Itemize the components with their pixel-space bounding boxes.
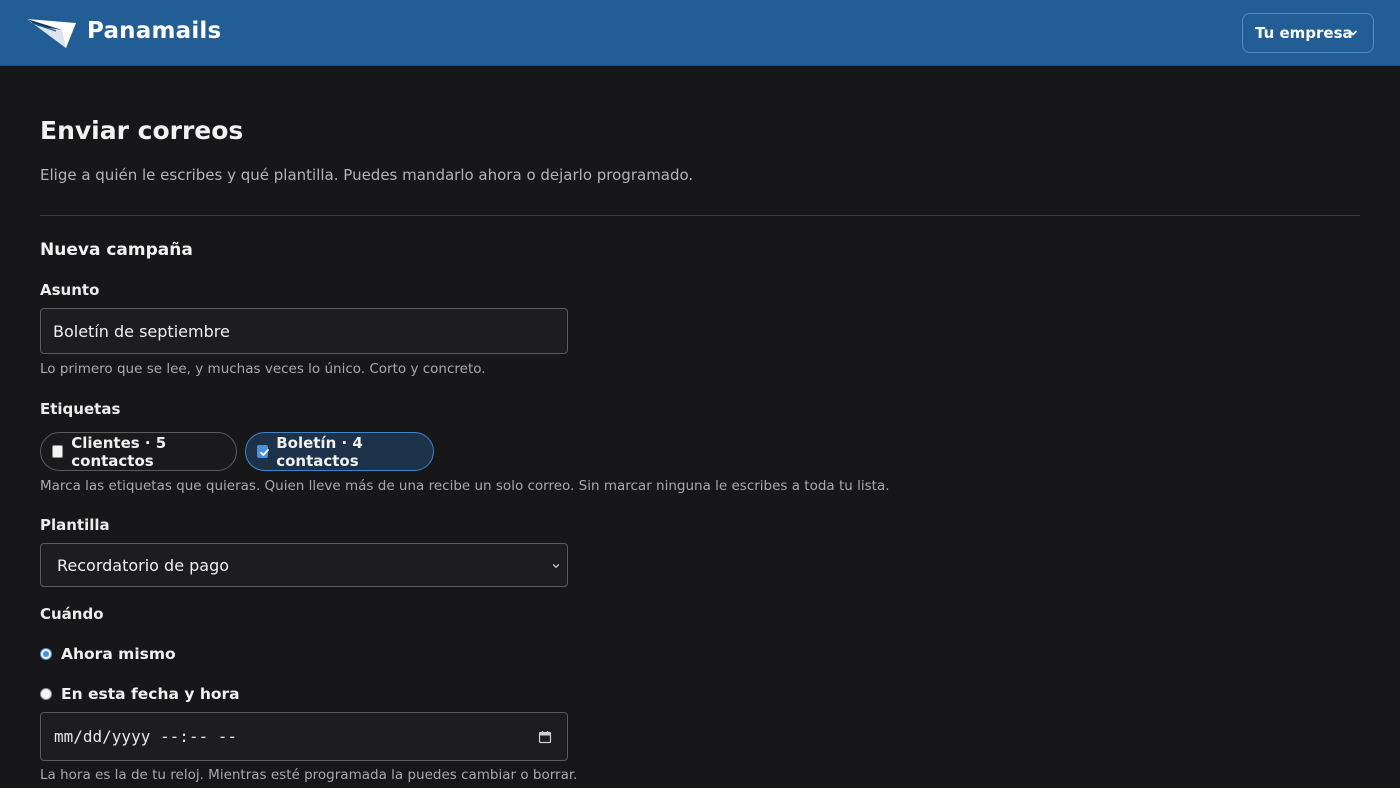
tags-label: Etiquetas bbox=[40, 400, 121, 418]
tags-help: Marca las etiquetas que quieras. Quien l… bbox=[40, 478, 890, 494]
checkmark-icon bbox=[260, 449, 269, 456]
datetime-input[interactable]: mm/dd/yyyy --:-- -- bbox=[40, 712, 568, 761]
section-divider bbox=[40, 215, 1360, 216]
schedule-label: Cuándo bbox=[40, 605, 104, 623]
subject-label: Asunto bbox=[40, 281, 100, 299]
subject-help: Lo primero que se lee, y muchas veces lo… bbox=[40, 361, 486, 377]
calendar-icon[interactable] bbox=[538, 730, 552, 744]
brand-name: Panamails bbox=[87, 18, 222, 44]
company-menu-button[interactable]: Tu empresa bbox=[1242, 13, 1374, 53]
chevron-down-icon bbox=[552, 564, 560, 568]
schedule-help: La hora es la de tu reloj. Mientras esté… bbox=[40, 767, 578, 783]
datetime-placeholder: mm/dd/yyyy --:-- -- bbox=[54, 727, 238, 746]
tag-chip-clientes[interactable]: Clientes · 5 contactos bbox=[40, 432, 237, 471]
paper-plane-logo-icon bbox=[27, 19, 76, 48]
radio-now[interactable] bbox=[40, 648, 52, 660]
subject-input[interactable] bbox=[40, 308, 568, 354]
radio-datetime[interactable] bbox=[40, 688, 52, 700]
tag-chip-boletin[interactable]: Boletín · 4 contactos bbox=[245, 432, 434, 471]
page-subtitle: Elige a quién le escribes y qué plantill… bbox=[40, 166, 694, 184]
schedule-option-now[interactable]: Ahora mismo bbox=[40, 644, 176, 664]
company-menu-label: Tu empresa bbox=[1255, 24, 1353, 42]
tag-checkbox-clientes[interactable] bbox=[52, 445, 64, 458]
schedule-option-datetime[interactable]: En esta fecha y hora bbox=[40, 684, 240, 704]
section-title: Nueva campaña bbox=[40, 240, 193, 260]
template-label: Plantilla bbox=[40, 516, 110, 534]
template-select[interactable]: Recordatorio de pago bbox=[40, 543, 568, 587]
radio-datetime-label: En esta fecha y hora bbox=[61, 685, 240, 703]
chevron-down-icon bbox=[1349, 30, 1357, 36]
page-title: Enviar correos bbox=[40, 116, 244, 145]
radio-now-label: Ahora mismo bbox=[61, 645, 176, 663]
tag-label-boletin: Boletín · 4 contactos bbox=[276, 433, 363, 470]
tag-checkbox-boletin[interactable] bbox=[257, 445, 269, 458]
template-selected-value: Recordatorio de pago bbox=[57, 555, 230, 575]
tag-label-clientes: Clientes · 5 contactos bbox=[71, 433, 167, 470]
top-bar: Panamails Tu empresa bbox=[0, 0, 1400, 66]
